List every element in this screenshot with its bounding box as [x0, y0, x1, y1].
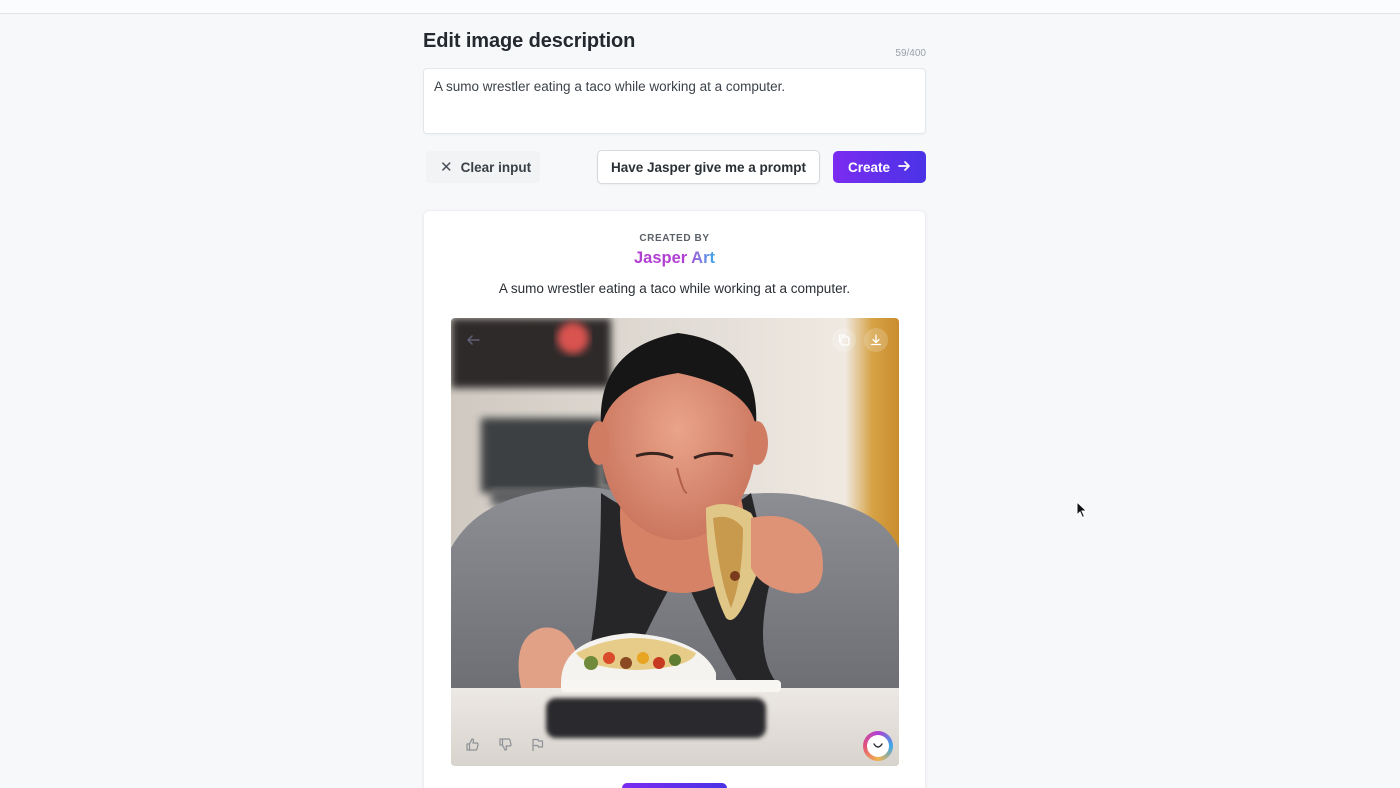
description-text[interactable]: A sumo wrestler eating a taco while work… — [434, 79, 785, 94]
brand-name: Jasper Art — [424, 249, 925, 268]
create-label: Create — [847, 159, 891, 175]
brand-name-jasper: Jasper — [633, 249, 692, 267]
report-button[interactable] — [525, 732, 549, 756]
jasper-prompt-button[interactable]: Have Jasper give me a prompt — [597, 150, 820, 184]
thumbs-up-icon — [465, 737, 479, 751]
image-caption: A sumo wrestler eating a taco while work… — [498, 281, 851, 296]
download-icon — [870, 334, 882, 346]
jasper-logo-icon — [867, 735, 889, 757]
download-button[interactable] — [864, 328, 888, 352]
primary-action-button-partial[interactable] — [622, 783, 727, 788]
generated-image-art — [451, 318, 899, 766]
top-bar — [0, 0, 1400, 14]
clear-input-label: Clear input — [460, 159, 532, 175]
jasper-prompt-label: Have Jasper give me a prompt — [610, 159, 807, 175]
like-button[interactable] — [460, 732, 484, 756]
close-icon: ✕ — [440, 159, 453, 176]
jasper-avatar — [863, 731, 893, 761]
page-title: Edit image description — [423, 30, 636, 52]
arrow-right-icon — [898, 159, 911, 175]
dislike-button[interactable] — [493, 732, 517, 756]
arrow-left-icon — [467, 335, 480, 345]
copy-button[interactable] — [832, 328, 856, 352]
thumbs-down-icon — [498, 737, 512, 751]
generated-image[interactable] — [451, 318, 899, 766]
copy-icon — [838, 334, 850, 346]
flag-icon — [531, 738, 543, 751]
description-input[interactable]: A sumo wrestler eating a taco while work… — [423, 68, 926, 134]
result-card: CREATED BY Jasper Art A sumo wrestler ea… — [423, 210, 926, 788]
character-counter: 59/400 — [895, 48, 926, 59]
created-by-label: CREATED BY — [639, 233, 710, 244]
clear-input-button[interactable]: ✕ Clear input — [426, 151, 540, 183]
back-button[interactable] — [461, 328, 485, 352]
brand-name-art: Art — [691, 249, 716, 267]
create-button[interactable]: Create — [833, 151, 926, 183]
mouse-cursor-icon — [1076, 500, 1088, 524]
